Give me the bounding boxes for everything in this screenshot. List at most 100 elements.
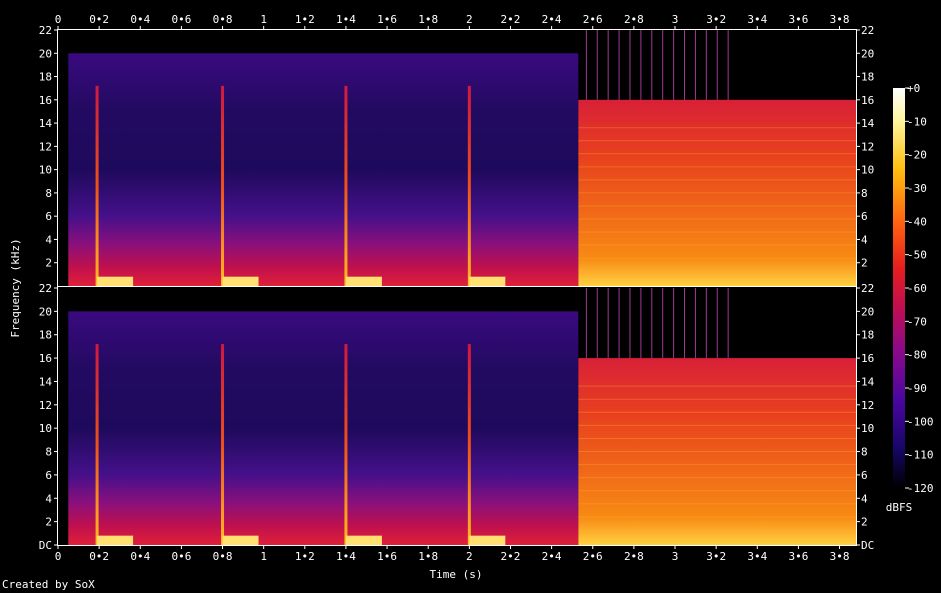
lower-y-tick-label-left: 8 xyxy=(45,446,52,459)
lower-y-tick-label-right: 12 xyxy=(861,399,874,412)
x-top-tick-label: 2•2 xyxy=(501,13,521,26)
x-top-tick-label: 3•2 xyxy=(706,13,726,26)
x-bottom-tick-label: 0•8 xyxy=(213,550,233,563)
lower-y-tick-label-left: 20 xyxy=(39,305,52,318)
transient-mark xyxy=(344,344,348,545)
upper-y-tick-label-left: 4 xyxy=(45,233,52,246)
x-bottom-tick-label: 1•8 xyxy=(418,550,438,563)
transient-mark xyxy=(467,344,471,545)
upper-y-tick-label-right: 12 xyxy=(861,140,874,153)
colorbar-tick-label: -10 xyxy=(907,115,927,128)
colorbar-tick-label: -50 xyxy=(907,249,927,262)
upper-y-tick-label-left: 6 xyxy=(45,210,52,223)
colorbar-tick-label: -30 xyxy=(907,182,927,195)
colorbar-tick-label: -100 xyxy=(907,415,934,428)
upper-y-tick-label-left: 8 xyxy=(45,187,52,200)
x-top-tick-label: 1•8 xyxy=(418,13,438,26)
lower-y-tick-label-left: 12 xyxy=(39,399,52,412)
x-top-tick-label: 1•4 xyxy=(336,13,356,26)
upper-channel-panel xyxy=(58,30,856,287)
lower-y-tick-label-right: 2 xyxy=(861,516,868,529)
x-top-tick-label: 1 xyxy=(260,13,267,26)
x-axis-label: Time (s) xyxy=(430,568,483,581)
upper-y-tick-label-right: 16 xyxy=(861,94,874,107)
upper-y-tick-label-left: 12 xyxy=(39,140,52,153)
transient-mark xyxy=(344,85,348,286)
transient-decay xyxy=(469,535,506,545)
colorbar-gradient xyxy=(893,88,905,488)
upper-y-tick-label-left: 10 xyxy=(39,164,52,177)
colorbar-ticks: +0 -10 -20 -30 -40 -50 -60 -70 -80 -90 -100 -110 -12… xyxy=(905,82,934,495)
colorbar: +0 -10 -20 -30 -40 -50 -60 -70 -80 -90 -100 -110 -12… xyxy=(886,82,934,514)
x-axis-bottom: 0 0•2 0•4 0•6 0•8 1 1•2 1•4 1•6 1•8 2 2•2 2•4 2•6 2•8 3… xyxy=(55,545,850,563)
upper-y-tick-label-left: 2 xyxy=(45,257,52,270)
colorbar-tick-label: -20 xyxy=(907,149,927,162)
upper-y-tick-label-left: 14 xyxy=(39,117,53,130)
transient-decay xyxy=(97,535,134,545)
x-bottom-tick-label: 3•8 xyxy=(830,550,850,563)
transient-mark xyxy=(95,85,99,286)
x-top-tick-label: 2•4 xyxy=(542,13,562,26)
x-bottom-tick-label: 3•4 xyxy=(747,550,767,563)
transient-mark xyxy=(221,344,225,545)
x-top-tick-label: 2•8 xyxy=(624,13,644,26)
spectrogram-segment-quiet xyxy=(68,311,579,545)
transient-decay xyxy=(222,276,259,286)
colorbar-tick-label: -80 xyxy=(907,349,927,362)
upper-y-tick-label-right: 22 xyxy=(861,24,874,37)
upper-y-tick-label-right: 18 xyxy=(861,71,874,84)
colorbar-tick-label: -90 xyxy=(907,382,927,395)
x-bottom-tick-label: 2•8 xyxy=(624,550,644,563)
x-top-tick-label: 1•2 xyxy=(295,13,315,26)
upper-y-tick-label-right: 14 xyxy=(861,117,875,130)
x-bottom-tick-label: 1•2 xyxy=(295,550,315,563)
x-top-tick-label: 2•6 xyxy=(583,13,603,26)
colorbar-tick-label: -40 xyxy=(907,215,927,228)
colorbar-label: dBFS xyxy=(886,501,913,514)
x-top-tick-label: 1•6 xyxy=(377,13,397,26)
lower-y-tick-label-right: 16 xyxy=(861,352,874,365)
upper-y-tick-label-right: 6 xyxy=(861,210,868,223)
x-top-tick-label: 3•6 xyxy=(788,13,808,26)
lower-y-tick-label-left: 6 xyxy=(45,469,52,482)
lower-y-tick-label-right: 10 xyxy=(861,422,874,435)
x-bottom-tick-label: 3 xyxy=(672,550,679,563)
transient-decay xyxy=(345,276,382,286)
lower-y-tick-label-right: 22 xyxy=(861,282,874,295)
lower-y-tick-label-right: DC xyxy=(861,539,874,552)
x-bottom-tick-label: 0•2 xyxy=(89,550,109,563)
upper-y-tick-label-right: 4 xyxy=(861,233,868,246)
lower-y-tick-label-right: 14 xyxy=(861,375,875,388)
x-bottom-tick-label: 3•2 xyxy=(706,550,726,563)
x-top-tick-label: 0•6 xyxy=(171,13,191,26)
lower-y-tick-label-left: 2 xyxy=(45,516,52,529)
x-bottom-tick-label: 2•4 xyxy=(542,550,562,563)
x-top-tick-label: 2 xyxy=(466,13,473,26)
spectrogram-segment-quiet xyxy=(68,53,579,286)
upper-y-tick-label-right: 8 xyxy=(861,187,868,200)
lower-y-tick-label-left: 16 xyxy=(39,352,52,365)
upper-y-tick-label-left: 20 xyxy=(39,47,52,60)
lower-y-tick-label-left: 22 xyxy=(39,282,52,295)
lower-y-tick-label-left: 10 xyxy=(39,422,52,435)
x-top-tick-label: 0•8 xyxy=(213,13,233,26)
x-bottom-tick-label: 0•6 xyxy=(171,550,191,563)
lower-y-tick-label-left: 18 xyxy=(39,329,52,342)
lower-y-tick-label-right: 18 xyxy=(861,329,874,342)
x-bottom-tick-label: 1•4 xyxy=(336,550,356,563)
x-bottom-tick-label: 0•4 xyxy=(130,550,150,563)
lower-y-tick-label-right: 8 xyxy=(861,446,868,459)
x-top-tick-label: 3•4 xyxy=(747,13,767,26)
transient-decay xyxy=(97,276,134,286)
colorbar-tick-label: -110 xyxy=(907,449,934,462)
x-top-tick-label: 0 xyxy=(55,13,62,26)
colorbar-tick-label: -60 xyxy=(907,282,927,295)
upper-y-tick-label-left: 22 xyxy=(39,24,52,37)
x-bottom-tick-label: 2•6 xyxy=(583,550,603,563)
upper-y-tick-label-right: 2 xyxy=(861,257,868,270)
transient-mark xyxy=(221,85,225,286)
x-bottom-tick-label: 0 xyxy=(55,550,62,563)
transient-decay xyxy=(469,276,506,286)
credit-text: Created by SoX xyxy=(2,578,95,591)
lower-y-tick-label-left: 4 xyxy=(45,492,52,505)
